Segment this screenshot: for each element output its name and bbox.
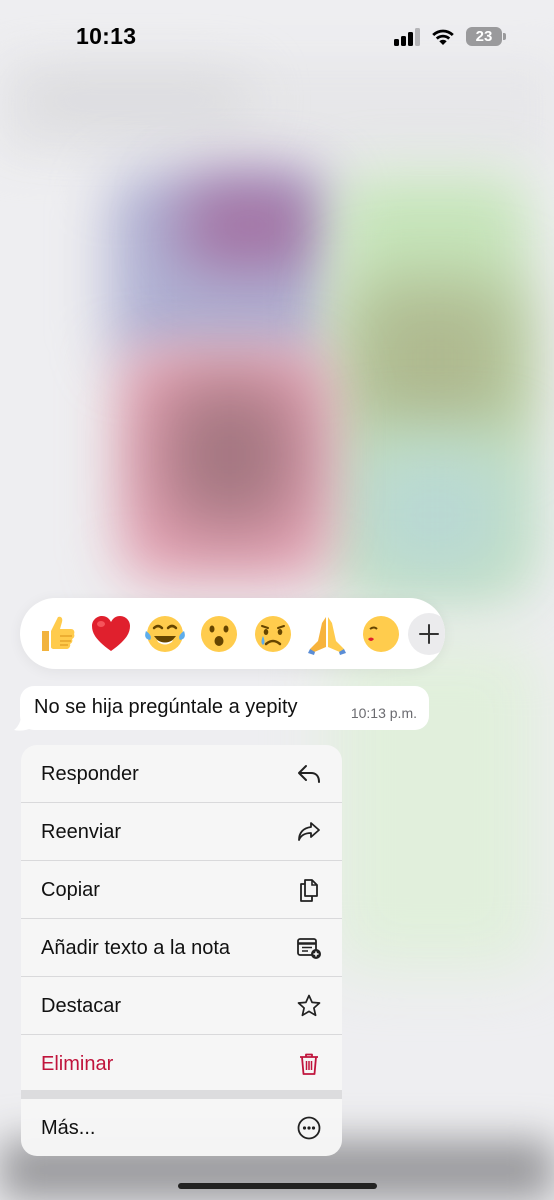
surprised-face-reaction[interactable] [196,611,242,657]
menu-item-forward[interactable]: Reenviar [21,803,342,860]
kissing-face-reaction[interactable] [358,611,404,657]
battery-tip [503,33,506,40]
menu-label-forward: Reenviar [41,821,122,843]
message-time: 10:13 p.m. [350,705,417,721]
star-icon [297,994,321,1017]
reply-icon [298,765,320,783]
folded-hands-reaction[interactable] [304,611,350,657]
red-heart-reaction[interactable] [88,611,134,657]
menu-label-add-to-note: Añadir texto a la nota [41,937,231,959]
menu-label-star: Destacar [41,995,122,1017]
thumbs-up-reaction[interactable] [34,611,80,657]
menu-item-copy[interactable]: Copiar [21,861,342,918]
reaction-bar [20,598,445,669]
menu-label-copy: Copiar [41,879,100,901]
copy-icon [300,879,318,902]
menu-group-divider [21,1090,342,1099]
home-indicator[interactable] [178,1183,377,1189]
plus-icon [419,624,439,644]
forward-icon [298,822,320,841]
message-bubble[interactable]: No se hija pregúntale a yepity 10:13 p.m… [20,686,429,730]
trash-icon [300,1053,318,1075]
battery-icon: 23 [466,27,502,46]
menu-label-more: Más... [41,1117,96,1139]
message-context-menu: Responder Reenviar Copiar Añadir texto a… [21,745,342,1156]
menu-item-delete[interactable]: Eliminar [21,1035,342,1092]
menu-label-delete: Eliminar [41,1053,114,1075]
crying-face-reaction[interactable] [250,611,296,657]
status-time: 10:13 [76,23,137,49]
more-reactions-button[interactable] [408,613,445,655]
menu-item-reply[interactable]: Responder [21,745,342,802]
more-icon [297,1116,321,1140]
menu-label-reply: Responder [41,763,139,785]
tears-of-joy-reaction[interactable] [142,611,188,657]
menu-item-more[interactable]: Más... [21,1099,342,1156]
menu-item-add-to-note[interactable]: Añadir texto a la nota [21,919,342,976]
status-bar: 10:13 23 [0,0,554,70]
menu-item-star[interactable]: Destacar [21,977,342,1034]
signal-icon [394,28,422,46]
message-text: No se hija pregúntale a yepity [34,696,298,718]
add-note-icon [297,938,321,959]
wifi-icon [430,26,456,51]
battery-level: 23 [475,28,493,45]
